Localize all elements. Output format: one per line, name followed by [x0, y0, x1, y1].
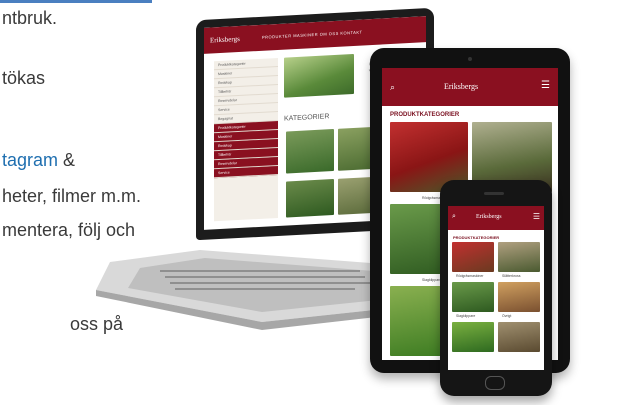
category-photo[interactable]: [452, 322, 494, 352]
site-logo[interactable]: Eriksbergs: [210, 35, 240, 45]
banner-photo: [284, 53, 354, 98]
category-photo[interactable]: [452, 282, 494, 312]
menu-icon[interactable]: ☰: [533, 212, 540, 221]
category-photo[interactable]: [286, 129, 334, 174]
category-caption: Slagklippare: [422, 278, 442, 282]
home-button[interactable]: [485, 376, 505, 390]
phone-website: ⌕ Eriksbergs ☰ PRODUKTKATEGORIER Rödgräs…: [448, 206, 544, 370]
category-photo[interactable]: [286, 179, 334, 218]
speaker-icon: [484, 192, 504, 195]
phone-device: ⌕ Eriksbergs ☰ PRODUKTKATEGORIER Rödgräs…: [440, 180, 552, 396]
category-caption: Slåtterkross: [502, 274, 521, 278]
search-icon[interactable]: ⌕: [390, 82, 395, 93]
site-header: ⌕ Eriksbergs ☰: [448, 206, 544, 230]
section-title: PRODUKTKATEGORIER: [390, 112, 460, 118]
section-title: KATEGORIER: [284, 113, 330, 123]
category-caption: Övrigt: [502, 314, 512, 318]
site-header: ⌕ Eriksbergs ☰: [382, 68, 558, 106]
search-icon[interactable]: ⌕: [452, 213, 456, 221]
category-caption: Slagklippare: [456, 314, 476, 318]
category-photo[interactable]: [498, 242, 540, 272]
category-photo[interactable]: [498, 282, 540, 312]
category-photo[interactable]: [498, 322, 540, 352]
site-logo[interactable]: Eriksbergs: [476, 214, 502, 220]
camera-icon: [468, 57, 472, 61]
category-caption: Rödgräsmaskiner: [456, 274, 484, 278]
site-nav[interactable]: PRODUKTER MASKINER OM OSS KONTAKT: [262, 30, 362, 40]
sidebar-item-active[interactable]: Service: [214, 165, 278, 179]
site-logo[interactable]: Eriksbergs: [444, 82, 478, 91]
section-title: PRODUKTKATEGORIER: [453, 235, 500, 240]
site-sidebar: Produktkategorier Maskiner Redskap Tillb…: [214, 57, 278, 222]
category-photo[interactable]: [452, 242, 494, 272]
menu-icon[interactable]: ☰: [541, 80, 550, 91]
